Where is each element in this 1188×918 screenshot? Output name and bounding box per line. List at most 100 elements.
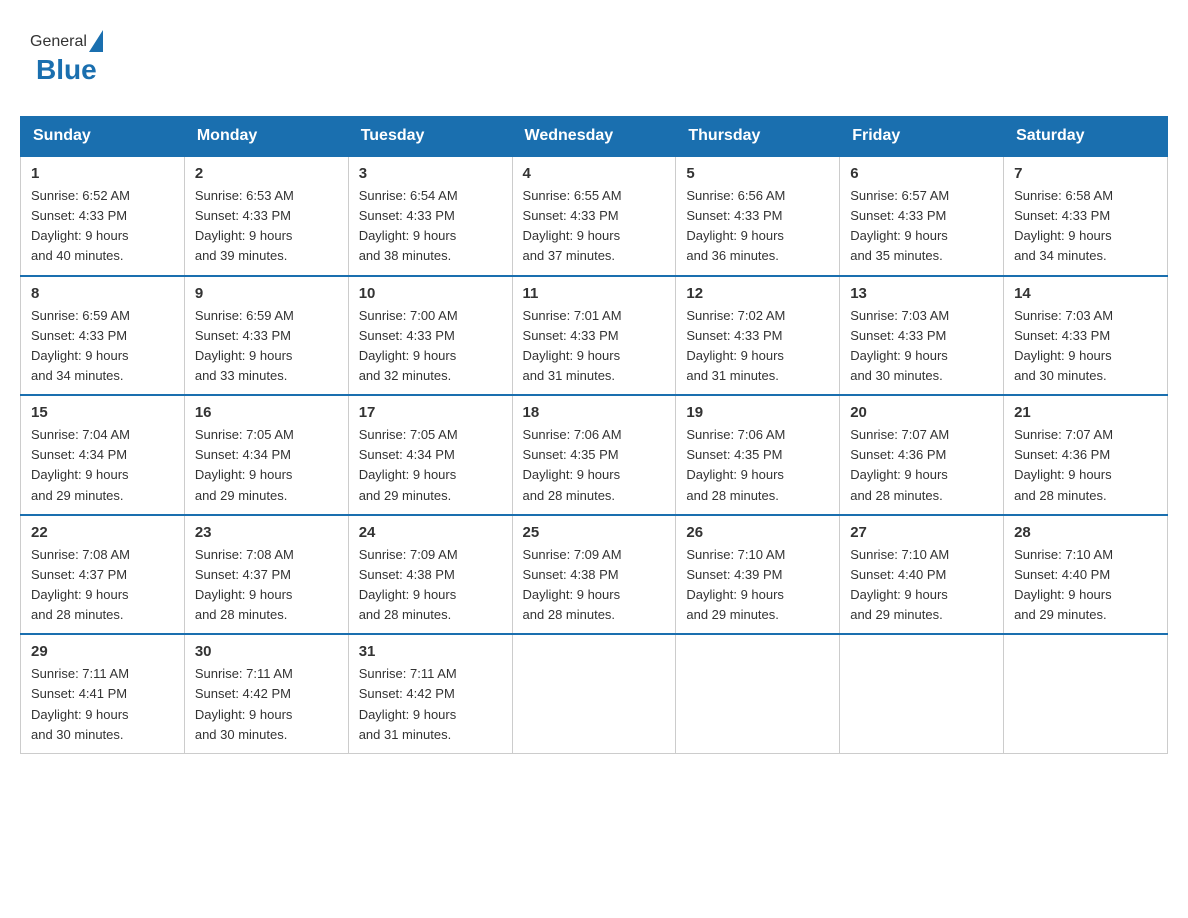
- logo-triangle-icon: [89, 30, 103, 52]
- day-info: Sunrise: 7:07 AMSunset: 4:36 PMDaylight:…: [1014, 425, 1157, 506]
- day-number: 13: [850, 285, 993, 302]
- day-number: 21: [1014, 404, 1157, 421]
- day-info: Sunrise: 7:08 AMSunset: 4:37 PMDaylight:…: [195, 545, 338, 626]
- day-number: 17: [359, 404, 502, 421]
- day-info: Sunrise: 7:00 AMSunset: 4:33 PMDaylight:…: [359, 306, 502, 387]
- page-header: General Blue: [20, 20, 1168, 96]
- day-cell: 18 Sunrise: 7:06 AMSunset: 4:35 PMDaylig…: [512, 395, 676, 515]
- week-row-4: 22 Sunrise: 7:08 AMSunset: 4:37 PMDaylig…: [21, 515, 1168, 635]
- day-number: 12: [686, 285, 829, 302]
- day-cell: 9 Sunrise: 6:59 AMSunset: 4:33 PMDayligh…: [184, 276, 348, 396]
- day-cell: 15 Sunrise: 7:04 AMSunset: 4:34 PMDaylig…: [21, 395, 185, 515]
- day-header-saturday: Saturday: [1004, 117, 1168, 157]
- day-number: 1: [31, 165, 174, 182]
- day-cell: 17 Sunrise: 7:05 AMSunset: 4:34 PMDaylig…: [348, 395, 512, 515]
- day-info: Sunrise: 7:06 AMSunset: 4:35 PMDaylight:…: [523, 425, 666, 506]
- day-cell: 29 Sunrise: 7:11 AMSunset: 4:41 PMDaylig…: [21, 634, 185, 753]
- day-info: Sunrise: 7:03 AMSunset: 4:33 PMDaylight:…: [850, 306, 993, 387]
- day-cell: 27 Sunrise: 7:10 AMSunset: 4:40 PMDaylig…: [840, 515, 1004, 635]
- day-header-tuesday: Tuesday: [348, 117, 512, 157]
- day-cell: 19 Sunrise: 7:06 AMSunset: 4:35 PMDaylig…: [676, 395, 840, 515]
- day-cell: 13 Sunrise: 7:03 AMSunset: 4:33 PMDaylig…: [840, 276, 1004, 396]
- logo: General Blue: [30, 30, 103, 86]
- day-cell: [512, 634, 676, 753]
- day-cell: 2 Sunrise: 6:53 AMSunset: 4:33 PMDayligh…: [184, 156, 348, 276]
- day-number: 29: [31, 643, 174, 660]
- day-cell: 24 Sunrise: 7:09 AMSunset: 4:38 PMDaylig…: [348, 515, 512, 635]
- day-cell: 11 Sunrise: 7:01 AMSunset: 4:33 PMDaylig…: [512, 276, 676, 396]
- day-info: Sunrise: 6:57 AMSunset: 4:33 PMDaylight:…: [850, 186, 993, 267]
- day-info: Sunrise: 7:05 AMSunset: 4:34 PMDaylight:…: [195, 425, 338, 506]
- day-number: 31: [359, 643, 502, 660]
- day-header-thursday: Thursday: [676, 117, 840, 157]
- day-cell: 31 Sunrise: 7:11 AMSunset: 4:42 PMDaylig…: [348, 634, 512, 753]
- day-info: Sunrise: 7:04 AMSunset: 4:34 PMDaylight:…: [31, 425, 174, 506]
- day-cell: 22 Sunrise: 7:08 AMSunset: 4:37 PMDaylig…: [21, 515, 185, 635]
- day-info: Sunrise: 6:58 AMSunset: 4:33 PMDaylight:…: [1014, 186, 1157, 267]
- day-cell: 28 Sunrise: 7:10 AMSunset: 4:40 PMDaylig…: [1004, 515, 1168, 635]
- logo-blue-text: Blue: [36, 54, 97, 86]
- day-number: 27: [850, 524, 993, 541]
- day-info: Sunrise: 7:11 AMSunset: 4:42 PMDaylight:…: [195, 664, 338, 745]
- day-number: 25: [523, 524, 666, 541]
- day-cell: [840, 634, 1004, 753]
- day-info: Sunrise: 6:59 AMSunset: 4:33 PMDaylight:…: [195, 306, 338, 387]
- day-cell: [1004, 634, 1168, 753]
- header-row: SundayMondayTuesdayWednesdayThursdayFrid…: [21, 117, 1168, 157]
- day-number: 9: [195, 285, 338, 302]
- day-number: 8: [31, 285, 174, 302]
- day-cell: 8 Sunrise: 6:59 AMSunset: 4:33 PMDayligh…: [21, 276, 185, 396]
- day-number: 26: [686, 524, 829, 541]
- day-cell: 1 Sunrise: 6:52 AMSunset: 4:33 PMDayligh…: [21, 156, 185, 276]
- day-number: 19: [686, 404, 829, 421]
- day-info: Sunrise: 7:09 AMSunset: 4:38 PMDaylight:…: [523, 545, 666, 626]
- week-row-3: 15 Sunrise: 7:04 AMSunset: 4:34 PMDaylig…: [21, 395, 1168, 515]
- day-number: 22: [31, 524, 174, 541]
- day-number: 16: [195, 404, 338, 421]
- day-number: 5: [686, 165, 829, 182]
- day-cell: 23 Sunrise: 7:08 AMSunset: 4:37 PMDaylig…: [184, 515, 348, 635]
- day-number: 10: [359, 285, 502, 302]
- week-row-5: 29 Sunrise: 7:11 AMSunset: 4:41 PMDaylig…: [21, 634, 1168, 753]
- day-info: Sunrise: 7:02 AMSunset: 4:33 PMDaylight:…: [686, 306, 829, 387]
- day-info: Sunrise: 7:10 AMSunset: 4:40 PMDaylight:…: [1014, 545, 1157, 626]
- week-row-1: 1 Sunrise: 6:52 AMSunset: 4:33 PMDayligh…: [21, 156, 1168, 276]
- day-cell: 25 Sunrise: 7:09 AMSunset: 4:38 PMDaylig…: [512, 515, 676, 635]
- day-number: 3: [359, 165, 502, 182]
- day-cell: 5 Sunrise: 6:56 AMSunset: 4:33 PMDayligh…: [676, 156, 840, 276]
- day-info: Sunrise: 7:10 AMSunset: 4:39 PMDaylight:…: [686, 545, 829, 626]
- day-number: 11: [523, 285, 666, 302]
- day-info: Sunrise: 6:54 AMSunset: 4:33 PMDaylight:…: [359, 186, 502, 267]
- day-header-sunday: Sunday: [21, 117, 185, 157]
- week-row-2: 8 Sunrise: 6:59 AMSunset: 4:33 PMDayligh…: [21, 276, 1168, 396]
- day-cell: 30 Sunrise: 7:11 AMSunset: 4:42 PMDaylig…: [184, 634, 348, 753]
- day-number: 6: [850, 165, 993, 182]
- day-number: 4: [523, 165, 666, 182]
- day-number: 30: [195, 643, 338, 660]
- day-number: 23: [195, 524, 338, 541]
- day-info: Sunrise: 7:07 AMSunset: 4:36 PMDaylight:…: [850, 425, 993, 506]
- day-number: 28: [1014, 524, 1157, 541]
- day-cell: 21 Sunrise: 7:07 AMSunset: 4:36 PMDaylig…: [1004, 395, 1168, 515]
- day-info: Sunrise: 7:05 AMSunset: 4:34 PMDaylight:…: [359, 425, 502, 506]
- day-number: 15: [31, 404, 174, 421]
- day-cell: 20 Sunrise: 7:07 AMSunset: 4:36 PMDaylig…: [840, 395, 1004, 515]
- day-info: Sunrise: 7:09 AMSunset: 4:38 PMDaylight:…: [359, 545, 502, 626]
- day-info: Sunrise: 7:01 AMSunset: 4:33 PMDaylight:…: [523, 306, 666, 387]
- logo-general-text: General: [30, 33, 87, 51]
- day-info: Sunrise: 6:55 AMSunset: 4:33 PMDaylight:…: [523, 186, 666, 267]
- day-info: Sunrise: 7:06 AMSunset: 4:35 PMDaylight:…: [686, 425, 829, 506]
- day-info: Sunrise: 7:11 AMSunset: 4:42 PMDaylight:…: [359, 664, 502, 745]
- day-number: 14: [1014, 285, 1157, 302]
- day-cell: 26 Sunrise: 7:10 AMSunset: 4:39 PMDaylig…: [676, 515, 840, 635]
- day-cell: 12 Sunrise: 7:02 AMSunset: 4:33 PMDaylig…: [676, 276, 840, 396]
- day-number: 20: [850, 404, 993, 421]
- day-info: Sunrise: 6:53 AMSunset: 4:33 PMDaylight:…: [195, 186, 338, 267]
- day-number: 2: [195, 165, 338, 182]
- day-number: 18: [523, 404, 666, 421]
- day-cell: 7 Sunrise: 6:58 AMSunset: 4:33 PMDayligh…: [1004, 156, 1168, 276]
- day-number: 7: [1014, 165, 1157, 182]
- day-cell: [676, 634, 840, 753]
- day-header-friday: Friday: [840, 117, 1004, 157]
- day-info: Sunrise: 7:10 AMSunset: 4:40 PMDaylight:…: [850, 545, 993, 626]
